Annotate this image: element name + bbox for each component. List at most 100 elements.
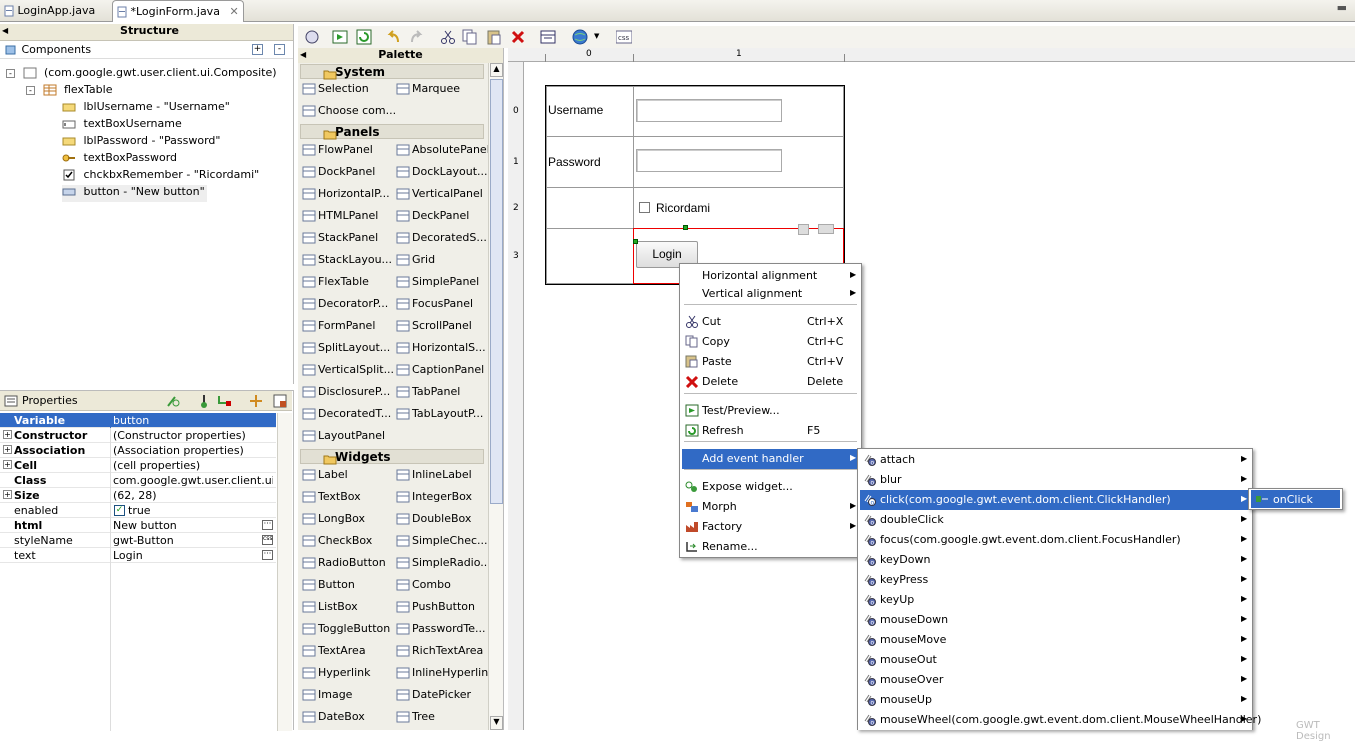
menu-item-mousewheel[interactable]: o mouseWheel(com.google.gwt.event.dom.cli… xyxy=(860,710,1261,730)
tree-item-textboxpassword[interactable]: textBoxPassword xyxy=(62,151,177,168)
tree-item-composite[interactable]: - (com.google.gwt.user.client.ui.Composi… xyxy=(6,66,277,83)
collapse-arrow-icon[interactable]: ◀ xyxy=(2,26,8,35)
palette-item-hyperlink[interactable]: Hyperlink xyxy=(302,666,371,684)
expand-toggle-icon[interactable]: + xyxy=(3,445,12,454)
expand-toggle-icon[interactable]: + xyxy=(3,490,12,499)
collapse-toggle-icon[interactable]: - xyxy=(6,68,15,78)
table-cell[interactable] xyxy=(546,228,634,284)
palette-item-stackpanel[interactable]: StackPanel xyxy=(302,231,378,249)
expand-toggle-icon[interactable]: + xyxy=(3,430,12,439)
tree-item-lblusername[interactable]: lblUsername - "Username" xyxy=(62,100,230,117)
tree-item-chckbxremember[interactable]: chckbxRemember - "Ricordami" xyxy=(62,168,259,185)
palette-item-image[interactable]: Image xyxy=(302,688,352,706)
menu-item-blur[interactable]: o blur ▶ xyxy=(860,470,1250,490)
css-icon[interactable]: css xyxy=(615,29,633,45)
palette-item-flowpanel[interactable]: FlowPanel xyxy=(302,143,373,161)
palette-item-textbox[interactable]: TextBox xyxy=(302,490,361,508)
palette-item-integerbox[interactable]: IntegerBox xyxy=(396,490,472,508)
menu-item-mousedown[interactable]: o mouseDown ▶ xyxy=(860,610,1250,630)
layout-icon[interactable] xyxy=(540,29,556,45)
undo-icon[interactable] xyxy=(386,29,402,45)
palette-item-label[interactable]: Label xyxy=(302,468,348,486)
palette-item-marquee[interactable]: Marquee xyxy=(396,82,460,100)
menu-item-keypress[interactable]: o keyPress ▶ xyxy=(860,570,1250,590)
palette-item-scrollpanel[interactable]: ScrollPanel xyxy=(396,319,472,337)
tree-item-textboxusername[interactable]: textBoxUsername xyxy=(62,117,182,134)
ellipsis-button[interactable]: ··· xyxy=(262,520,273,530)
palette-item-doublebox[interactable]: DoubleBox xyxy=(396,512,471,530)
property-row-association[interactable]: + Association (Association properties) xyxy=(0,443,276,458)
expand-toggle-icon[interactable]: + xyxy=(3,460,12,469)
palette-item-inlinelabel[interactable]: InlineLabel xyxy=(396,468,472,486)
paste-icon[interactable] xyxy=(486,29,502,45)
scroll-thumb[interactable] xyxy=(490,79,503,504)
palette-item-verticalsplit[interactable]: VerticalSplit... xyxy=(302,363,394,381)
property-row-cell[interactable]: + Cell (cell properties) xyxy=(0,458,276,473)
enabled-checkbox[interactable]: ✓ xyxy=(114,505,125,516)
palette-item-flextable[interactable]: FlexTable xyxy=(302,275,369,293)
menu-item-delete[interactable]: Delete Delete xyxy=(682,372,859,392)
palette-item-simplechec[interactable]: SimpleChec... xyxy=(396,534,488,552)
palette-item-simplepanel[interactable]: SimplePanel xyxy=(396,275,479,293)
menu-item-paste[interactable]: Paste Ctrl+V xyxy=(682,352,859,372)
menu-item-keydown[interactable]: o keyDown ▶ xyxy=(860,550,1250,570)
collapse-arrow-icon[interactable]: ◀ xyxy=(300,50,306,59)
palette-item-grid[interactable]: Grid xyxy=(396,253,435,271)
scroll-up-icon[interactable]: ▲ xyxy=(490,63,503,77)
palette-item-decoratedt[interactable]: DecoratedT... xyxy=(302,407,391,425)
menu-item-click[interactable]: o click(com.google.gwt.event.dom.client.C… xyxy=(860,490,1250,510)
palette-item-button[interactable]: Button xyxy=(302,578,355,596)
menu-item-onclick[interactable]: onClick xyxy=(1251,490,1340,508)
palette-item-horizontals[interactable]: HorizontalS... xyxy=(396,341,486,359)
menu-item-copy[interactable]: Copy Ctrl+C xyxy=(682,332,859,352)
test-preview-icon[interactable] xyxy=(332,29,348,45)
flex-table[interactable]: Username Password Ricordami Login xyxy=(545,85,845,285)
property-row-constructor[interactable]: + Constructor (Constructor properties) xyxy=(0,428,276,443)
palette-item-radiobutton[interactable]: RadioButton xyxy=(302,556,386,574)
menu-item-mouseover[interactable]: o mouseOver ▶ xyxy=(860,670,1250,690)
refresh-icon[interactable] xyxy=(356,29,372,45)
palette-item-dockpanel[interactable]: DockPanel xyxy=(302,165,375,183)
palette-item-splitlayout[interactable]: SplitLayout... xyxy=(302,341,390,359)
palette-item-horizontalp[interactable]: HorizontalP... xyxy=(302,187,390,205)
category-widgets[interactable]: Widgets xyxy=(300,449,484,464)
palette-item-checkbox[interactable]: CheckBox xyxy=(302,534,372,552)
menu-item-vertical-alignment[interactable]: Vertical alignment ▶ xyxy=(682,284,859,304)
scroll-down-icon[interactable]: ▼ xyxy=(490,716,503,730)
palette-item-simpleradio[interactable]: SimpleRadio... xyxy=(396,556,491,574)
menu-item-keyup[interactable]: o keyUp ▶ xyxy=(860,590,1250,610)
property-row-class[interactable]: Class com.google.gwt.user.client.ui.... xyxy=(0,473,276,488)
goto-definition-icon[interactable] xyxy=(196,393,212,409)
palette-item-passwordte[interactable]: PasswordTe... xyxy=(396,622,486,640)
palette-item-verticalpanel[interactable]: VerticalPanel xyxy=(396,187,483,205)
menu-item-doubleclick[interactable]: o doubleClick ▶ xyxy=(860,510,1250,530)
tree-item-lblpassword[interactable]: lblPassword - "Password" xyxy=(62,134,220,151)
menu-item-test-preview[interactable]: Test/Preview... xyxy=(682,401,859,421)
palette-item-selection[interactable]: Selection xyxy=(302,82,369,100)
menu-item-attach[interactable]: o attach ▶ xyxy=(860,450,1250,470)
palette-item-richtextarea[interactable]: RichTextArea xyxy=(396,644,483,662)
css-button[interactable]: css xyxy=(262,535,273,545)
tree-item-flextable[interactable]: - flexTable xyxy=(26,83,112,100)
palette-item-decoratorp[interactable]: DecoratorP... xyxy=(302,297,388,315)
palette-item-stacklayou[interactable]: StackLayou... xyxy=(302,253,392,271)
show-advanced-icon[interactable] xyxy=(248,393,264,409)
menu-item-refresh[interactable]: Refresh F5 xyxy=(682,421,859,441)
menu-item-mousemove[interactable]: o mouseMove ▶ xyxy=(860,630,1250,650)
menu-item-focus[interactable]: o focus(com.google.gwt.event.dom.client.F… xyxy=(860,530,1250,550)
property-row-variable[interactable]: Variable button xyxy=(0,413,276,428)
palette-item-formpanel[interactable]: FormPanel xyxy=(302,319,375,337)
minimize-icon[interactable]: ▬ xyxy=(1337,1,1347,14)
palette-item-textarea[interactable]: TextArea xyxy=(302,644,366,662)
selection-handle[interactable] xyxy=(683,225,688,230)
palette-item-datepicker[interactable]: DatePicker xyxy=(396,688,471,706)
menu-item-cut[interactable]: Cut Ctrl+X xyxy=(682,312,859,332)
palette-item-captionpanel[interactable]: CaptionPanel xyxy=(396,363,484,381)
category-system[interactable]: System xyxy=(300,64,484,79)
palette-item-longbox[interactable]: LongBox xyxy=(302,512,365,530)
menu-item-add-event-handler[interactable]: Add event handler ▶ xyxy=(682,449,859,469)
password-textbox[interactable] xyxy=(636,149,782,172)
defaults-icon[interactable] xyxy=(272,393,288,409)
palette-scrollbar[interactable]: ▲ ▼ xyxy=(488,63,503,730)
palette-item-focuspanel[interactable]: FocusPanel xyxy=(396,297,473,315)
